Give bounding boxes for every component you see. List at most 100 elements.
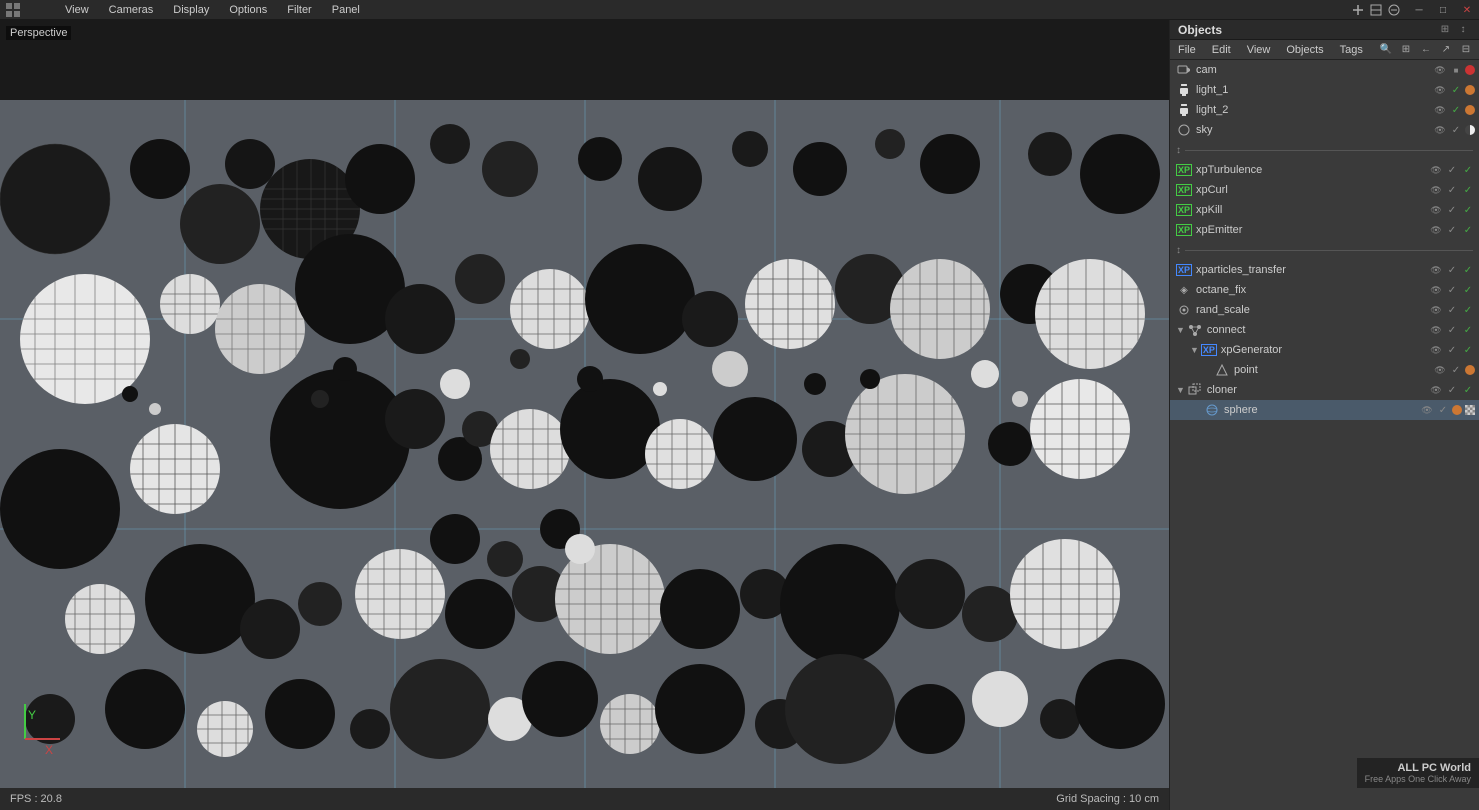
obj-row-xpkill[interactable]: XP xpKill 👁 ✓ ✓ [1170,200,1479,220]
cam-color-dot[interactable] [1465,65,1475,75]
point-vis[interactable]: 👁 [1433,363,1447,377]
obj-row-xpturbulence[interactable]: XP xpTurbulence 👁 ✓ ✓ [1170,160,1479,180]
cloner-expand-icon[interactable]: ▼ [1176,385,1185,395]
xpkill-check2[interactable]: ✓ [1461,203,1475,217]
menu-items: View Cameras Display Options Filter Pane… [55,0,370,20]
main-layout: Perspective [0,20,1479,810]
xpgenerator-check1[interactable]: ✓ [1445,343,1459,357]
octanefix-check1[interactable]: ✓ [1445,283,1459,297]
point-color-dot[interactable] [1465,365,1475,375]
viewport[interactable]: Perspective [0,20,1169,810]
obj-row-randscale[interactable]: rand_scale 👁 ✓ ✓ [1170,300,1479,320]
obj-filter-icon[interactable]: ⊞ [1397,41,1415,59]
obj-row-xpcurl[interactable]: XP xpCurl 👁 ✓ ✓ [1170,180,1479,200]
light1-controls: 👁 ✓ [1433,83,1479,97]
menu-bar: View Cameras Display Options Filter Pane… [0,0,1479,20]
obj-row-sphere[interactable]: sphere 👁 ✓ [1170,400,1479,420]
menu-options[interactable]: Options [219,0,277,20]
obj-expand-icon[interactable]: ↗ [1437,41,1455,59]
octanefix-check2[interactable]: ✓ [1461,283,1475,297]
light1-color-dot[interactable] [1465,85,1475,95]
xpturbulence-check2[interactable]: ✓ [1461,163,1475,177]
menu-view[interactable]: View [55,0,99,20]
sphere-checker-dot[interactable] [1465,405,1475,415]
omenu-edit[interactable]: Edit [1204,40,1239,60]
light2-check[interactable]: ✓ [1449,103,1463,117]
obj-row-light1[interactable]: light_1 👁 ✓ [1170,80,1479,100]
obj-row-light2[interactable]: light_2 👁 ✓ [1170,100,1479,120]
menu-display[interactable]: Display [163,0,219,20]
obj-row-sky[interactable]: sky 👁 ✓ [1170,120,1479,140]
xpemitter-check2[interactable]: ✓ [1461,223,1475,237]
connect-expand-icon[interactable]: ▼ [1176,325,1185,335]
obj-row-xpgenerator[interactable]: ▼ XP xpGenerator 👁 ✓ ✓ [1170,340,1479,360]
connect-vis[interactable]: 👁 [1429,323,1443,337]
omenu-objects[interactable]: Objects [1278,40,1331,60]
minimize-button[interactable]: ─ [1407,0,1431,20]
cloner-check2[interactable]: ✓ [1461,383,1475,397]
xpcurl-vis[interactable]: 👁 [1429,183,1443,197]
menu-filter[interactable]: Filter [277,0,321,20]
omenu-view[interactable]: View [1239,40,1279,60]
sphere-check1[interactable]: ✓ [1436,403,1450,417]
omenu-file[interactable]: File [1170,40,1204,60]
light1-icon [1176,82,1192,98]
light2-color-dot[interactable] [1465,105,1475,115]
obj-close-icon[interactable]: ← [1417,41,1435,59]
cam-vis-icon[interactable]: 👁 [1433,63,1447,77]
xpturbulence-vis[interactable]: 👁 [1429,163,1443,177]
xpgenerator-expand-icon[interactable]: ▼ [1190,345,1199,355]
obj-row-connect[interactable]: ▼ connect 👁 ✓ ✓ [1170,320,1479,340]
obj-row-octanefix[interactable]: ◈ octane_fix 👁 ✓ ✓ [1170,280,1479,300]
xpgenerator-vis[interactable]: 👁 [1429,343,1443,357]
xpemitter-vis[interactable]: 👁 [1429,223,1443,237]
xpkill-vis[interactable]: 👁 [1429,203,1443,217]
xptransfer-vis[interactable]: 👁 [1429,263,1443,277]
sky-color-dot[interactable] [1465,125,1475,135]
xpcurl-check2[interactable]: ✓ [1461,183,1475,197]
cloner-check1[interactable]: ✓ [1445,383,1459,397]
obj-settings-icon[interactable]: ⊟ [1457,41,1475,59]
obj-row-cloner[interactable]: ▼ cloner 👁 ✓ ✓ [1170,380,1479,400]
cam-check1[interactable]: ■ [1449,63,1463,77]
randscale-controls: 👁 ✓ ✓ [1429,303,1479,317]
cloner-vis[interactable]: 👁 [1429,383,1443,397]
obj-row-xptransfer[interactable]: XP xparticles_transfer 👁 ✓ ✓ [1170,260,1479,280]
xpkill-check1[interactable]: ✓ [1445,203,1459,217]
xptransfer-check2[interactable]: ✓ [1461,263,1475,277]
close-button[interactable]: ✕ [1455,0,1479,20]
maximize-button[interactable]: □ [1431,0,1455,20]
connect-check2[interactable]: ✓ [1461,323,1475,337]
xpemitter-check1[interactable]: ✓ [1445,223,1459,237]
sphere-vis[interactable]: 👁 [1420,403,1434,417]
sphere-icon [1204,402,1220,418]
svg-text:Y: Y [28,708,36,722]
randscale-check2[interactable]: ✓ [1461,303,1475,317]
sky-check[interactable]: ✓ [1449,123,1463,137]
xpcurl-check1[interactable]: ✓ [1445,183,1459,197]
light1-vis-icon[interactable]: 👁 [1433,83,1447,97]
light2-vis-icon[interactable]: 👁 [1433,103,1447,117]
xpgenerator-check2[interactable]: ✓ [1461,343,1475,357]
menu-panel[interactable]: Panel [322,0,370,20]
panel-icon-1[interactable]: ⊞ [1437,22,1453,38]
light1-check[interactable]: ✓ [1449,83,1463,97]
xpturbulence-check1[interactable]: ✓ [1445,163,1459,177]
sky-vis-icon[interactable]: 👁 [1433,123,1447,137]
sphere-orange-dot[interactable] [1452,405,1462,415]
randscale-vis[interactable]: 👁 [1429,303,1443,317]
omenu-tags[interactable]: Tags [1332,40,1371,60]
connect-check1[interactable]: ✓ [1445,323,1459,337]
octanefix-controls: 👁 ✓ ✓ [1429,283,1479,297]
obj-sphere-name: sphere [1224,404,1420,416]
octanefix-vis[interactable]: 👁 [1429,283,1443,297]
obj-search-icon[interactable]: 🔍 [1377,41,1395,59]
obj-row-cam[interactable]: cam 👁 ■ [1170,60,1479,80]
obj-row-xpemitter[interactable]: XP xpEmitter 👁 ✓ ✓ [1170,220,1479,240]
panel-icon-2[interactable]: ↕ [1455,22,1471,38]
menu-cameras[interactable]: Cameras [99,0,164,20]
point-check[interactable]: ✓ [1449,363,1463,377]
xptransfer-check1[interactable]: ✓ [1445,263,1459,277]
obj-row-point[interactable]: point 👁 ✓ [1170,360,1479,380]
randscale-check1[interactable]: ✓ [1445,303,1459,317]
